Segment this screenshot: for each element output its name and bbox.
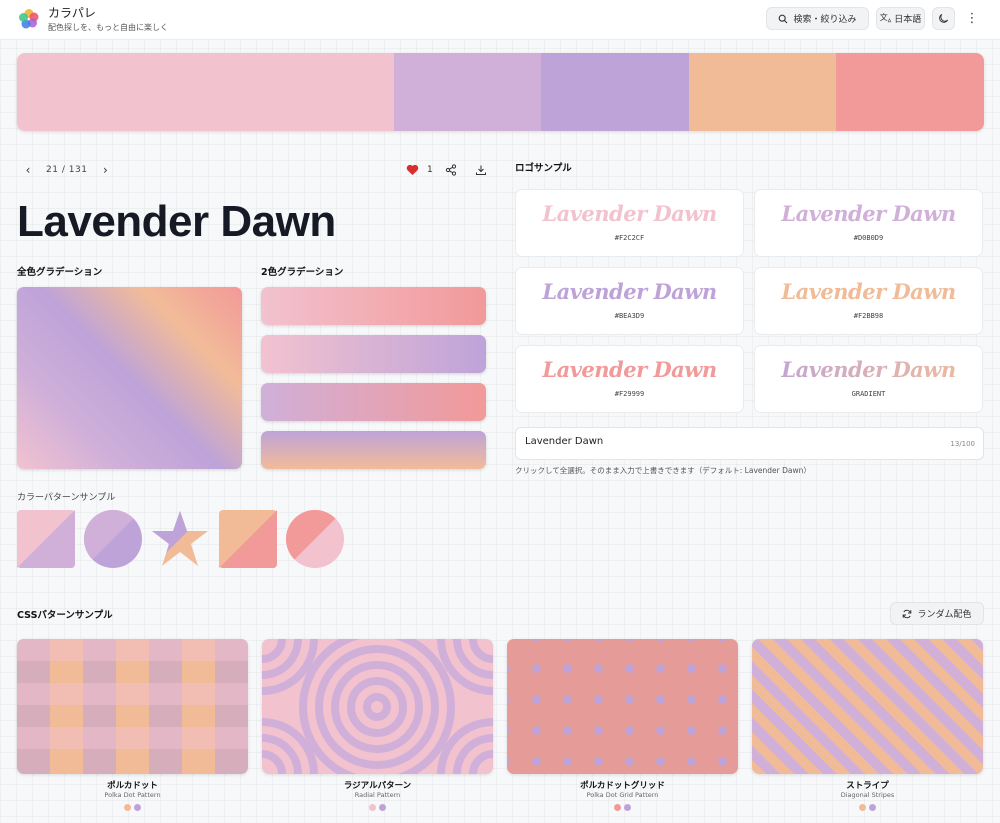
app-logo-icon[interactable] bbox=[18, 8, 40, 30]
pattern-circle-coral[interactable] bbox=[286, 510, 344, 568]
app-header: カラパレ 配色探しを、もっと自由に楽しく 検索・絞り込み 文A 日本語 ⋮ bbox=[0, 0, 1000, 40]
palette-title: Lavender Dawn bbox=[17, 197, 336, 246]
two-gradient-4[interactable] bbox=[261, 431, 486, 469]
pattern-square-diagonal[interactable] bbox=[17, 510, 75, 568]
logo-card-1[interactable]: Lavender Dawn #F2C2CF bbox=[515, 189, 744, 257]
share-icon[interactable] bbox=[445, 164, 457, 176]
char-count: 13/100 bbox=[950, 440, 975, 448]
css-pattern-name: ストライプ bbox=[846, 781, 889, 791]
random-palette-button[interactable]: ランダム配色 bbox=[890, 602, 984, 625]
logo-text: Lavender Dawn bbox=[755, 357, 982, 382]
random-palette-label: ランダム配色 bbox=[917, 610, 972, 620]
search-filter-label: 検索・絞り込み bbox=[793, 15, 857, 25]
css-pattern-subtitle: Diagonal Stripes bbox=[840, 791, 895, 799]
two-gradient-heading: 2色グラデーション bbox=[261, 267, 344, 278]
color-dots bbox=[17, 804, 248, 811]
css-pattern-heading: CSSパターンサンプル bbox=[17, 610, 113, 621]
radial-pattern-preview bbox=[262, 639, 493, 774]
app-tagline: 配色探しを、もっと自由に楽しく bbox=[48, 23, 168, 32]
pager-count: 21 / 131 bbox=[46, 165, 88, 175]
moon-icon bbox=[939, 13, 949, 23]
app-name: カラパレ bbox=[48, 6, 96, 20]
chevron-right-icon[interactable]: › bbox=[95, 163, 115, 177]
polka-pattern-preview bbox=[17, 639, 248, 774]
logo-color-code: #F2C2CF bbox=[614, 234, 645, 242]
css-pattern-card-polka[interactable] bbox=[17, 639, 248, 774]
css-pattern-name: ポルカドット bbox=[107, 781, 158, 791]
logo-card-2[interactable]: Lavender Dawn #D0B0D9 bbox=[754, 189, 983, 257]
css-pattern-card-stripes[interactable] bbox=[752, 639, 983, 774]
heart-icon[interactable] bbox=[406, 164, 419, 176]
logo-text-input[interactable] bbox=[525, 436, 925, 447]
css-pattern-card-radial[interactable] bbox=[262, 639, 493, 774]
theme-toggle-button[interactable] bbox=[932, 7, 955, 30]
logo-input-hint: クリックして全選択。そのまま入力で上書きできます（デフォルト: Lavender… bbox=[515, 466, 811, 475]
css-pattern-name: ラジアルパターン bbox=[343, 781, 412, 791]
logo-card-6[interactable]: Lavender Dawn GRADIENT bbox=[754, 345, 983, 413]
logo-text: Lavender Dawn bbox=[542, 201, 717, 226]
css-pattern-subtitle: Radial Pattern bbox=[354, 791, 401, 799]
pattern-star[interactable] bbox=[151, 510, 209, 568]
more-menu-icon[interactable]: ⋮ bbox=[962, 7, 982, 30]
two-gradient-1[interactable] bbox=[261, 287, 486, 325]
logo-text: Lavender Dawn bbox=[542, 279, 717, 304]
color-dots bbox=[752, 804, 983, 811]
logo-text: Lavender Dawn bbox=[781, 279, 956, 304]
like-count: 1 bbox=[427, 165, 433, 175]
color-dots bbox=[507, 804, 738, 811]
refresh-icon bbox=[903, 609, 912, 618]
palette-swatch-2[interactable] bbox=[394, 53, 541, 131]
logo-text: Lavender Dawn bbox=[781, 201, 956, 226]
color-dot bbox=[624, 804, 631, 811]
color-dot bbox=[869, 804, 876, 811]
palette-swatch-4[interactable] bbox=[689, 53, 836, 131]
palette-swatch-5[interactable] bbox=[836, 53, 984, 131]
css-pattern-card-polka-grid[interactable] bbox=[507, 639, 738, 774]
logo-card-5[interactable]: Lavender Dawn #F29999 bbox=[515, 345, 744, 413]
translate-icon: 文A bbox=[879, 13, 892, 25]
color-dots bbox=[262, 804, 493, 811]
search-icon bbox=[779, 14, 788, 23]
download-icon[interactable] bbox=[475, 164, 487, 176]
palette-bar bbox=[17, 53, 984, 131]
two-gradient-3[interactable] bbox=[261, 383, 486, 421]
css-pattern-subtitle: Polka Dot Grid Pattern bbox=[586, 791, 659, 799]
logo-text: Lavender Dawn bbox=[542, 357, 717, 382]
color-dot bbox=[124, 804, 131, 811]
pattern-square-peach[interactable] bbox=[219, 510, 277, 568]
full-gradient-heading: 全色グラデーション bbox=[17, 267, 103, 278]
search-filter-button[interactable]: 検索・絞り込み bbox=[766, 7, 869, 30]
logo-color-code: #F2BB98 bbox=[853, 312, 884, 320]
palette-swatch-3[interactable] bbox=[541, 53, 689, 131]
palette-actions: 1 bbox=[406, 162, 487, 178]
chevron-left-icon[interactable]: ‹ bbox=[18, 163, 38, 177]
language-label: 日本語 bbox=[894, 15, 922, 25]
color-dot bbox=[369, 804, 376, 811]
palette-pager: ‹ 21 / 131 › bbox=[18, 162, 115, 178]
language-button[interactable]: 文A 日本語 bbox=[876, 7, 925, 30]
css-pattern-name: ポルカドットグリッド bbox=[580, 781, 665, 791]
pattern-circle-diagonal[interactable] bbox=[84, 510, 142, 568]
logo-color-code: #D0B0D9 bbox=[853, 234, 884, 242]
color-dot bbox=[134, 804, 141, 811]
full-gradient-swatch[interactable] bbox=[17, 287, 242, 469]
css-pattern-subtitle: Polka Dot Pattern bbox=[104, 791, 161, 799]
color-dot bbox=[614, 804, 621, 811]
logo-text-field[interactable]: 13/100 bbox=[515, 427, 984, 460]
logo-sample-heading: ロゴサンプル bbox=[515, 163, 572, 174]
logo-card-4[interactable]: Lavender Dawn #F2BB98 bbox=[754, 267, 983, 335]
logo-card-3[interactable]: Lavender Dawn #BEA3D9 bbox=[515, 267, 744, 335]
logo-color-code: GRADIENT bbox=[851, 390, 886, 398]
palette-swatch-1[interactable] bbox=[17, 53, 394, 131]
color-dot bbox=[859, 804, 866, 811]
two-gradient-2[interactable] bbox=[261, 335, 486, 373]
logo-color-code: #BEA3D9 bbox=[614, 312, 645, 320]
color-pattern-heading: カラーパターンサンプル bbox=[17, 493, 116, 503]
logo-color-code: #F29999 bbox=[614, 390, 645, 398]
color-dot bbox=[379, 804, 386, 811]
